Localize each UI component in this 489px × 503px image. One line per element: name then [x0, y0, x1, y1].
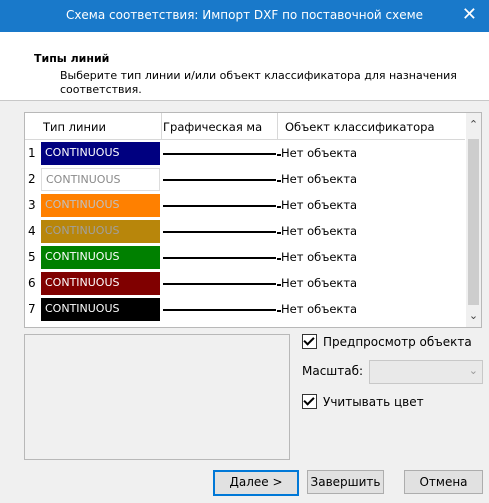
column-header-line-type[interactable]: Тип линии	[43, 120, 161, 134]
graphic-line-cell[interactable]	[163, 272, 276, 295]
row-number: 5	[28, 250, 36, 264]
table-row[interactable]: 5 CONTINUOUS Нет объекта	[25, 245, 465, 271]
line-type-label: CONTINUOUS	[46, 173, 121, 186]
line-type-cell[interactable]: CONTINUOUS	[41, 246, 160, 269]
table-row[interactable]: 7 CONTINUOUS Нет объекта	[25, 297, 465, 323]
line-type-cell[interactable]: CONTINUOUS	[41, 168, 160, 191]
column-header-graphic[interactable]: Графическая ма	[163, 120, 275, 134]
graphic-line-cell[interactable]	[163, 142, 276, 165]
line-type-label: CONTINUOUS	[45, 302, 120, 315]
cancel-button[interactable]: Отмена	[404, 470, 483, 494]
row-number: 4	[28, 224, 36, 238]
line-type-cell[interactable]: CONTINUOUS	[41, 272, 160, 295]
line-preview	[163, 283, 276, 285]
classifier-object-cell[interactable]: Нет объекта	[276, 276, 357, 290]
scale-select[interactable]: ⌄	[369, 360, 483, 384]
table-row[interactable]: 6 CONTINUOUS Нет объекта	[25, 271, 465, 297]
line-type-label: CONTINUOUS	[45, 250, 120, 263]
line-type-label: CONTINUOUS	[45, 276, 120, 289]
use-color-checkbox-label: Учитывать цвет	[323, 394, 424, 409]
use-color-checkbox[interactable]: Учитывать цвет	[302, 394, 424, 409]
preview-checkbox-box[interactable]	[302, 334, 317, 349]
row-number: 2	[28, 172, 36, 186]
use-color-checkbox-box[interactable]	[302, 394, 317, 409]
preview-checkbox[interactable]: Предпросмотр объекта	[302, 334, 472, 349]
row-number: 7	[28, 302, 36, 316]
classifier-object-cell[interactable]: Нет объекта	[276, 250, 357, 264]
scroll-down-icon[interactable]: ⌄	[466, 305, 481, 327]
table-row[interactable]: 1 CONTINUOUS Нет объекта	[25, 141, 465, 167]
scale-label: Масштаб:	[302, 364, 364, 378]
line-type-cell[interactable]: CONTINUOUS	[41, 298, 160, 321]
line-type-cell[interactable]: CONTINUOUS	[41, 142, 160, 165]
row-number: 1	[28, 146, 36, 160]
object-preview-panel	[24, 334, 290, 460]
classifier-object-cell[interactable]: Нет объекта	[276, 146, 357, 160]
line-preview	[163, 257, 276, 259]
finish-button[interactable]: Завершить	[307, 470, 384, 494]
classifier-object-cell[interactable]: Нет объекта	[276, 198, 357, 212]
graphic-line-cell[interactable]	[163, 298, 276, 321]
line-preview	[163, 179, 276, 181]
title-bar: Схема соответствия: Импорт DXF по постав…	[0, 0, 489, 32]
graphic-line-cell[interactable]	[163, 246, 276, 269]
classifier-object-cell[interactable]: Нет объекта	[276, 302, 357, 316]
line-preview	[163, 205, 276, 207]
graphic-line-cell[interactable]	[163, 220, 276, 243]
wizard-header: Типы линий Выберите тип линии и/или объе…	[0, 32, 489, 101]
line-preview	[163, 309, 276, 311]
row-number: 3	[28, 198, 36, 212]
table-row[interactable]: 3 CONTINUOUS Нет объекта	[25, 193, 465, 219]
grid-rows: 1 CONTINUOUS Нет объекта 2 CONTINUOUS Нет объ…	[25, 141, 465, 323]
close-icon[interactable]: ✕	[462, 4, 477, 25]
line-preview	[163, 231, 276, 233]
line-type-label: CONTINUOUS	[45, 146, 120, 159]
graphic-line-cell[interactable]	[163, 168, 276, 191]
step-description: Выберите тип линии и/или объект классифи…	[60, 69, 457, 96]
table-row[interactable]: 4 CONTINUOUS Нет объекта	[25, 219, 465, 245]
step-title: Типы линий	[34, 52, 110, 65]
next-button[interactable]: Далее >	[213, 470, 299, 496]
graphic-line-cell[interactable]	[163, 194, 276, 217]
line-type-label: CONTINUOUS	[45, 198, 120, 211]
table-row[interactable]: 2 CONTINUOUS Нет объекта	[25, 167, 465, 193]
line-type-cell[interactable]: CONTINUOUS	[41, 194, 160, 217]
chevron-down-icon: ⌄	[468, 364, 478, 377]
column-header-classifier-object[interactable]: Объект классификатора	[285, 120, 465, 134]
line-preview	[163, 153, 276, 155]
scroll-thumb[interactable]	[468, 139, 479, 305]
line-type-label: CONTINUOUS	[45, 224, 120, 237]
classifier-object-cell[interactable]: Нет объекта	[276, 224, 357, 238]
preview-checkbox-label: Предпросмотр объекта	[323, 334, 472, 349]
row-number: 6	[28, 276, 36, 290]
grid-header: Тип линии Графическая ма Объект классифи…	[25, 113, 465, 140]
classifier-object-cell[interactable]: Нет объекта	[276, 172, 357, 186]
window-title: Схема соответствия: Импорт DXF по постав…	[65, 8, 424, 22]
grid-scrollbar[interactable]: ⌃ ⌄	[466, 113, 481, 327]
line-type-cell[interactable]: CONTINUOUS	[41, 220, 160, 243]
line-type-grid[interactable]: Тип линии Графическая ма Объект классифи…	[24, 112, 482, 328]
scroll-up-icon[interactable]: ⌃	[466, 113, 481, 137]
